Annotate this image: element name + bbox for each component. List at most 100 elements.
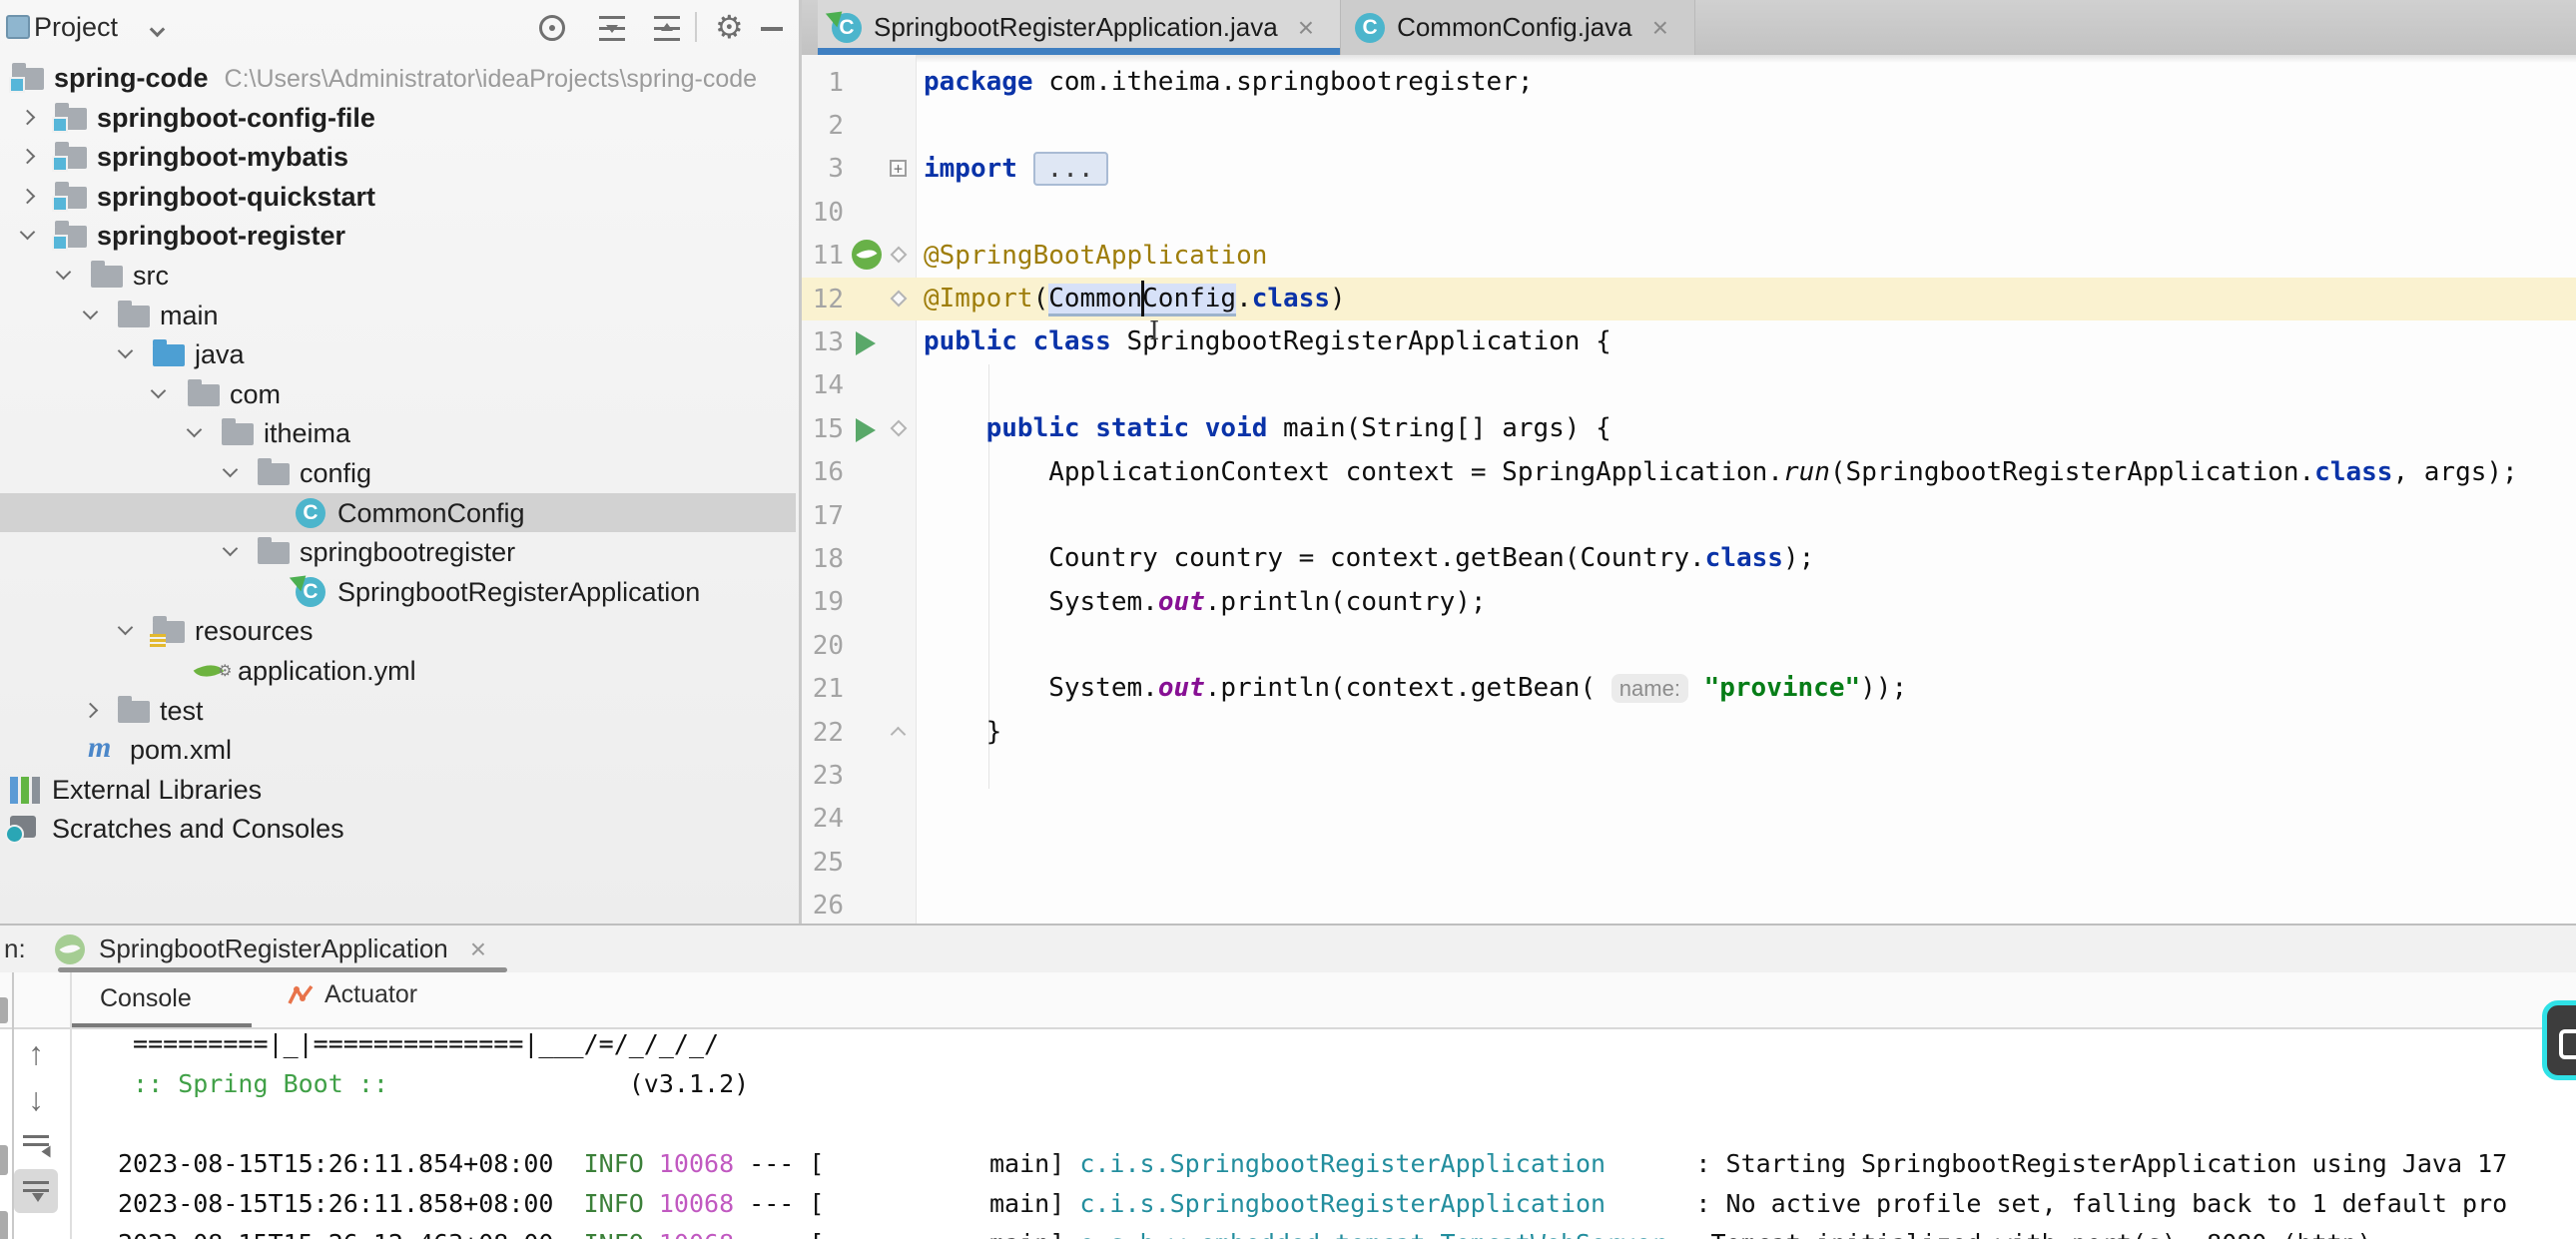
run-configuration-tab[interactable]: SpringbootRegisterApplication × (55, 926, 486, 972)
code-text[interactable]: } (924, 711, 1001, 754)
tree-item-springbootregister[interactable]: springbootregister (0, 532, 796, 572)
line-number: 25 (802, 848, 850, 878)
line-number: 2 (802, 111, 850, 141)
tree-item-config[interactable]: config (0, 453, 796, 493)
project-panel-title[interactable]: Project (34, 12, 118, 43)
code-text[interactable]: ApplicationContext context = SpringAppli… (924, 451, 2518, 494)
editor-line-3: 3+import ... (802, 148, 2576, 191)
folder-module-icon (55, 147, 87, 169)
toolbar-icon-clipped[interactable] (0, 1145, 8, 1175)
run-line-icon[interactable] (856, 418, 876, 442)
chevron-down-icon[interactable] (223, 462, 239, 478)
chevron-right-icon[interactable] (20, 189, 36, 205)
tree-item-label: resources (195, 616, 314, 647)
tree-item-spring-code[interactable]: spring-codeC:\Users\Administrator\ideaPr… (0, 58, 796, 98)
editor-line-23: 23 (802, 754, 2576, 797)
fold-marker-icon[interactable]: + (890, 160, 907, 177)
expand-all-icon[interactable] (599, 16, 625, 41)
tree-item-pom-xml[interactable]: mpom.xml (0, 730, 796, 770)
chevron-down-icon[interactable] (150, 22, 166, 38)
project-toolwindow-icon (6, 15, 30, 39)
tree-item-label: springboot-config-file (97, 103, 375, 134)
fold-marker-icon[interactable] (891, 726, 907, 742)
code-text[interactable]: Country country = context.getBean(Countr… (924, 537, 1814, 580)
tree-item-java[interactable]: java (0, 334, 796, 374)
ide-window: Project ⚙ spring-codeC:\Users\Administra… (0, 0, 2576, 1239)
locate-icon[interactable] (539, 15, 565, 41)
chevron-down-icon[interactable] (223, 541, 239, 557)
tree-item-resources[interactable]: resources (0, 611, 796, 651)
spring-bean-icon[interactable] (852, 240, 882, 270)
highlighted-identifier: CommonConfig (1048, 284, 1236, 316)
chevron-down-icon[interactable] (118, 343, 134, 359)
console-output[interactable]: =========|_|==============|___/=/_/_/_/ … (72, 1024, 2576, 1239)
settings-icon[interactable]: ⚙ (715, 12, 745, 42)
code-text[interactable]: public class SpringbootRegisterApplicati… (924, 320, 1611, 363)
scroll-down-icon[interactable]: ↓ (14, 1077, 58, 1121)
toolbar-icon-clipped[interactable] (0, 997, 8, 1023)
editor-tab-springbootregisterapplication-java[interactable]: CSpringbootRegisterApplication.java× (818, 0, 1341, 55)
tree-item-springboot-config-file[interactable]: springboot-config-file (0, 98, 796, 138)
code-text[interactable]: public static void main(String[] args) { (924, 407, 1611, 450)
code-text[interactable]: System.out.println(context.getBean( name… (924, 667, 1907, 710)
tree-item-main[interactable]: main (0, 296, 796, 335)
tree-item-springboot-register[interactable]: springboot-register (0, 216, 796, 256)
tree-item-label: main (160, 301, 219, 331)
tree-item-springboot-quickstart[interactable]: springboot-quickstart (0, 177, 796, 217)
tree-item-label: com (230, 379, 281, 410)
chevron-down-icon[interactable] (56, 265, 72, 281)
soft-wrap-icon[interactable] (14, 1123, 58, 1167)
collapse-all-icon[interactable] (654, 16, 680, 41)
code-editor[interactable]: 1package com.itheima.springbootregister;… (802, 55, 2576, 924)
folder-res-icon (153, 621, 185, 643)
chevron-down-icon[interactable] (118, 620, 134, 636)
screen-recorder-overlay-button[interactable] (2542, 1000, 2576, 1080)
code-text[interactable]: @Import(CommonConfig.class) (924, 278, 1346, 320)
code-text[interactable]: @SpringBootApplication (924, 235, 1267, 278)
code-text[interactable]: import ... (924, 148, 1108, 191)
editor-tab-commonconfig-java[interactable]: CCommonConfig.java× (1341, 0, 1695, 55)
line-number: 24 (802, 804, 850, 834)
code-text[interactable]: package com.itheima.springbootregister; (924, 61, 1533, 104)
tree-item-label: Scratches and Consoles (52, 814, 344, 845)
close-icon[interactable]: × (1652, 15, 1668, 41)
tree-item-src[interactable]: src (0, 256, 796, 296)
tree-item-springboot-mybatis[interactable]: springboot-mybatis (0, 137, 796, 177)
tree-item-com[interactable]: com (0, 374, 796, 414)
run-line-icon[interactable] (856, 331, 876, 355)
toolbar-icon-clipped[interactable] (0, 1211, 8, 1239)
tree-item-commonconfig[interactable]: C CommonConfig (0, 493, 796, 533)
tree-item-itheima[interactable]: itheima (0, 413, 796, 453)
fold-marker-icon[interactable] (891, 419, 908, 436)
tree-item-scratches-and-consoles[interactable]: Scratches and Consoles (0, 809, 796, 849)
scroll-up-icon[interactable]: ↑ (14, 1031, 58, 1075)
chevron-right-icon[interactable] (20, 149, 36, 165)
tab-console[interactable]: Console (100, 984, 192, 1013)
chevron-down-icon[interactable] (20, 225, 36, 241)
tree-item-label: itheima (264, 418, 350, 449)
editor-line-12: 12@Import(CommonConfig.class) (802, 278, 2576, 320)
folder-module-icon (12, 68, 44, 90)
chevron-right-icon[interactable] (83, 702, 99, 718)
chevron-right-icon[interactable] (20, 109, 36, 125)
close-icon[interactable]: × (470, 933, 486, 965)
tree-item-external-libraries[interactable]: External Libraries (0, 770, 796, 810)
folder-pkg-icon (222, 423, 254, 445)
chevron-down-icon[interactable] (83, 304, 99, 319)
fold-marker-icon[interactable] (891, 290, 908, 307)
tree-item-springbootregisterapplication[interactable]: CSpringbootRegisterApplication (0, 572, 796, 612)
fold-marker-icon[interactable] (891, 247, 908, 264)
code-text[interactable]: System.out.println(country); (924, 581, 1487, 624)
tree-item-application-yml[interactable]: application.yml (0, 651, 796, 691)
class-icon: C (296, 498, 325, 528)
hide-panel-icon[interactable] (761, 27, 783, 31)
tree-item-label: springboot-quickstart (97, 182, 375, 213)
chevron-down-icon[interactable] (187, 422, 203, 438)
tab-actuator[interactable]: Actuator (287, 980, 417, 1009)
chevron-down-icon[interactable] (151, 382, 167, 398)
yml-icon (194, 657, 225, 684)
tree-item-test[interactable]: test (0, 691, 796, 731)
scroll-to-end-icon[interactable] (14, 1169, 58, 1213)
close-icon[interactable]: × (1298, 15, 1314, 41)
tree-item-label: CommonConfig (337, 498, 525, 529)
